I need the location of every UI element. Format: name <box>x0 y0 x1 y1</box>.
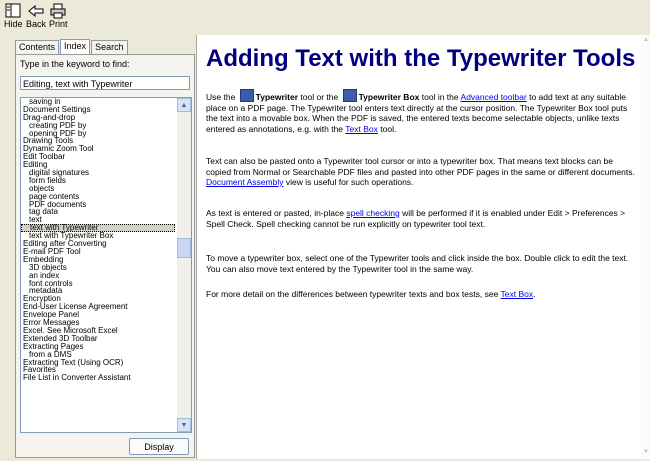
text-box-link-2[interactable]: Text Box <box>501 289 534 299</box>
scroll-down-icon[interactable]: ▼ <box>642 449 650 457</box>
list-item[interactable]: tag data <box>21 208 175 216</box>
paragraph-3: As text is entered or pasted, in-place s… <box>206 208 636 229</box>
p2-text-1: Text can also be pasted onto a Typewrite… <box>206 156 635 177</box>
p3-text-1: As text is entered or pasted, in-place <box>206 208 344 218</box>
chevron-up-icon: ▲ <box>180 101 188 109</box>
back-button[interactable]: Back <box>26 3 46 33</box>
tab-contents[interactable]: Contents <box>15 40 60 55</box>
keyword-label: Type in the keyword to find: <box>20 59 130 69</box>
p1-text-2: tool or the <box>300 92 339 102</box>
index-list-items: saving in Document Settings Drag-and-drop c… <box>21 98 175 382</box>
print-button[interactable]: Print <box>49 3 68 33</box>
page-title: Adding Text with the Typewriter Tools <box>206 45 636 72</box>
advanced-toolbar-link[interactable]: Advanced toolbar <box>461 92 527 102</box>
back-arrow-icon <box>28 4 44 18</box>
tab-index[interactable]: Index <box>60 39 91 55</box>
paragraph-4: To move a typewriter box, select one of … <box>206 253 636 274</box>
content-scrollbar[interactable]: ▲ ▼ <box>641 35 650 459</box>
list-item[interactable]: File List in Converter Assistant <box>21 374 175 382</box>
typewriter-icon <box>239 89 254 102</box>
p1-text-1: Use the <box>206 92 236 102</box>
index-scrollbar[interactable]: ▲ ▼ <box>177 98 191 432</box>
typewriter-box-icon <box>342 89 357 102</box>
paragraph-2: Text can also be pasted onto a Typewrite… <box>206 156 636 188</box>
back-label: Back <box>26 19 47 29</box>
index-list[interactable]: saving in Document Settings Drag-and-drop c… <box>20 97 192 433</box>
scroll-up-icon[interactable]: ▲ <box>642 37 650 45</box>
spell-checking-link[interactable]: spell checking <box>346 208 399 218</box>
p2-text-2: view is useful for such operations. <box>285 177 414 187</box>
p1-text-5: tool. <box>380 123 397 134</box>
hide-button[interactable]: Hide <box>4 3 23 33</box>
hide-icon <box>5 3 21 18</box>
document-assembly-link[interactable]: Document Assembly <box>206 177 283 187</box>
scroll-down-button[interactable]: ▼ <box>177 418 191 432</box>
scroll-up-button[interactable]: ▲ <box>177 98 191 112</box>
paragraph-5: For more detail on the differences betwe… <box>206 289 636 300</box>
typewriter-tool-name: Typewriter <box>255 92 299 102</box>
text-box-link[interactable]: Text Box <box>345 124 378 134</box>
display-button[interactable]: Display <box>129 438 189 455</box>
scroll-thumb[interactable] <box>177 238 191 258</box>
print-label: Print <box>49 19 68 29</box>
hide-label: Hide <box>4 19 23 29</box>
toolbar: Hide Back Print <box>0 0 650 34</box>
index-panel: Type in the keyword to find: Editing, te… <box>15 54 195 458</box>
keyword-input[interactable]: Editing, text with Typewriter <box>20 76 190 90</box>
chevron-down-icon: ▼ <box>180 421 188 429</box>
p1-text-3: tool in the <box>421 92 459 102</box>
content-pane: Adding Text with the Typewriter Tools Us… <box>196 35 650 459</box>
tab-search[interactable]: Search <box>91 40 128 55</box>
p4-text-1: To move a typewriter box, select one of … <box>206 253 629 274</box>
typewriter-box-tool-name: Typewriter Box <box>358 92 420 102</box>
p5-text-1: For more detail on the differences betwe… <box>206 289 499 299</box>
paragraph-1: Use the Typewriter tool or the Typewrite… <box>206 89 636 134</box>
p5-text-2: . <box>533 289 536 299</box>
printer-icon <box>50 3 66 19</box>
